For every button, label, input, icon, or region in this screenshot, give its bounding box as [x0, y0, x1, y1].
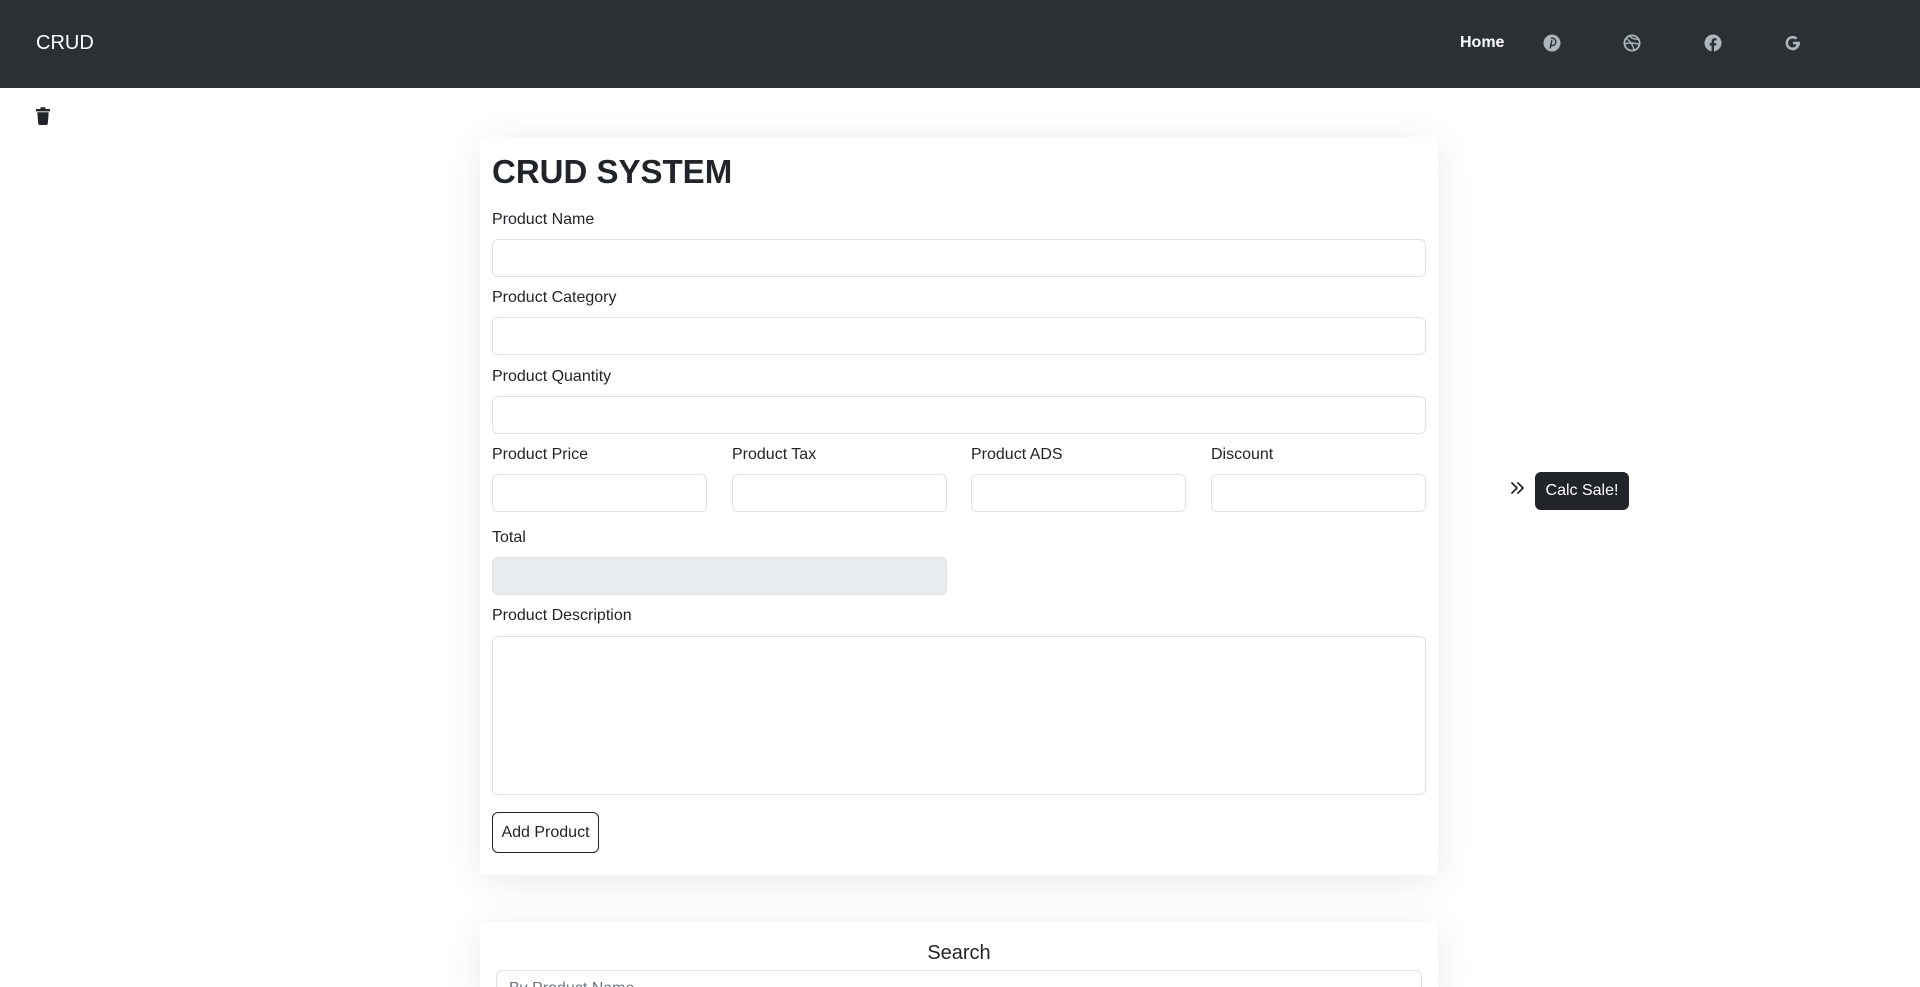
product-ads-label: Product ADS [971, 446, 1063, 463]
product-name-input[interactable] [492, 239, 1426, 277]
trash-icon[interactable] [35, 107, 51, 125]
product-name-label: Product Name [492, 211, 595, 228]
navbar-brand[interactable]: CRUD [36, 32, 94, 55]
discount-input[interactable] [1211, 474, 1426, 512]
page-title: CRUD SYSTEM [492, 153, 733, 190]
total-label: Total [492, 529, 526, 546]
product-category-input[interactable] [492, 317, 1426, 355]
facebook-icon[interactable] [1703, 33, 1723, 53]
double-chevron-right-icon [1511, 482, 1524, 494]
product-quantity-input[interactable] [492, 396, 1426, 434]
search-title: Search [927, 942, 991, 964]
discount-label: Discount [1211, 446, 1274, 463]
product-ads-input[interactable] [971, 474, 1186, 512]
product-quantity-label: Product Quantity [492, 368, 612, 385]
total-field [492, 557, 947, 595]
calc-sale-button[interactable]: Calc Sale! [1535, 472, 1629, 510]
google-icon[interactable] [1783, 33, 1803, 53]
product-price-input[interactable] [492, 474, 707, 512]
navbar: CRUD Home [0, 0, 1920, 88]
product-tax-input[interactable] [732, 474, 947, 512]
product-description-textarea[interactable] [492, 636, 1426, 795]
search-card: Search [480, 922, 1438, 987]
product-price-label: Product Price [492, 446, 589, 463]
pinterest-icon[interactable] [1542, 33, 1562, 53]
dribbble-icon[interactable] [1622, 33, 1642, 53]
search-input[interactable] [496, 970, 1422, 987]
product-tax-label: Product Tax [732, 446, 817, 463]
product-category-label: Product Category [492, 289, 617, 306]
crud-form-card: CRUD SYSTEM Product Name Product Categor… [480, 137, 1438, 875]
nav-link-home[interactable]: Home [1460, 34, 1504, 52]
add-product-button[interactable]: Add Product [492, 812, 599, 853]
product-description-label: Product Description [492, 607, 632, 624]
